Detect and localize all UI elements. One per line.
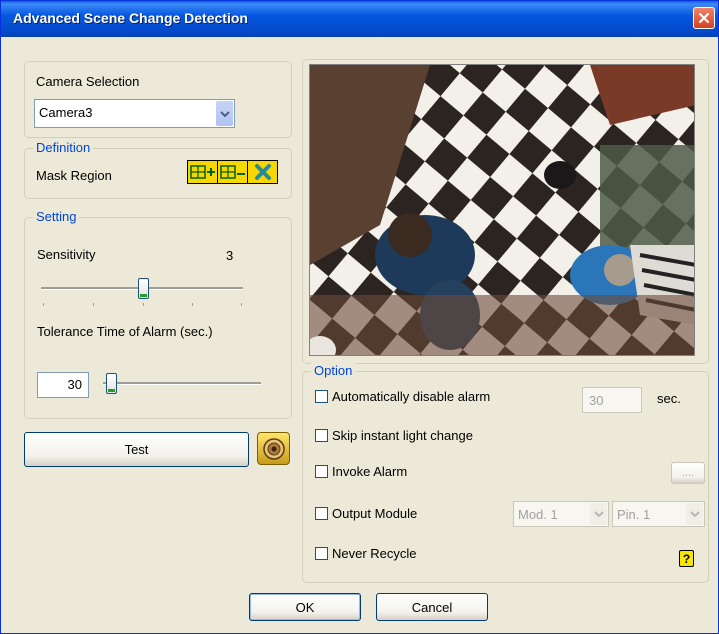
camera-select[interactable]: Camera3 <box>34 99 235 128</box>
invoke-alarm-label: Invoke Alarm <box>332 464 408 479</box>
module-select: Mod. 1 <box>513 501 609 527</box>
mask-region-label: Mask Region <box>36 168 112 183</box>
help-icon: ? <box>682 551 691 566</box>
auto-disable-unit: sec. <box>657 391 681 406</box>
sensitivity-tick <box>143 303 144 306</box>
title-bar[interactable]: Advanced Scene Change Detection <box>1 1 718 37</box>
cancel-button-label: Cancel <box>411 599 453 615</box>
mask-region-toolbar <box>187 160 278 184</box>
tolerance-slider-thumb[interactable] <box>106 373 117 394</box>
sensitivity-tick <box>43 303 44 306</box>
auto-disable-alarm-label: Automatically disable alarm <box>332 389 491 404</box>
definition-legend: Definition <box>33 140 94 155</box>
mask-add-icon <box>189 165 215 179</box>
tolerance-input[interactable]: 30 <box>37 372 89 398</box>
mask-remove-button[interactable] <box>218 161 248 183</box>
camera-select-value: Camera3 <box>39 105 93 120</box>
sensitivity-tick <box>241 303 242 306</box>
mask-clear-button[interactable] <box>248 161 277 183</box>
never-recycle-checkbox-row[interactable]: Never Recycle <box>315 546 417 561</box>
skip-light-change-checkbox[interactable] <box>315 429 328 442</box>
output-module-checkbox[interactable] <box>315 507 328 520</box>
invoke-alarm-browse-label: .... <box>681 467 695 479</box>
invoke-alarm-checkbox-row[interactable]: Invoke Alarm <box>315 464 407 479</box>
mask-remove-icon <box>219 165 245 179</box>
auto-disable-alarm-checkbox-row[interactable]: Automatically disable alarm <box>315 389 490 404</box>
pin-select: Pin. 1 <box>612 501 705 527</box>
skip-light-change-checkbox-row[interactable]: Skip instant light change <box>315 428 473 443</box>
tolerance-slider-track[interactable] <box>103 382 261 385</box>
module-select-value: Mod. 1 <box>518 507 558 522</box>
ok-button[interactable]: OK <box>249 593 361 621</box>
setting-legend: Setting <box>33 209 80 224</box>
close-icon <box>698 12 710 24</box>
test-button[interactable]: Test <box>24 432 249 467</box>
sensitivity-tick <box>192 303 193 306</box>
sensitivity-value: 3 <box>226 248 234 263</box>
camera-preview-image <box>309 64 695 356</box>
mask-clear-icon <box>254 164 271 180</box>
close-button[interactable] <box>693 7 715 29</box>
output-module-label: Output Module <box>332 506 418 521</box>
dropdown-arrow-icon <box>593 511 604 517</box>
camera-selection-label: Camera Selection <box>36 74 140 89</box>
never-recycle-label: Never Recycle <box>332 546 417 561</box>
sensitivity-slider-thumb[interactable] <box>138 278 149 299</box>
ok-button-label: OK <box>295 599 315 615</box>
skip-light-change-label: Skip instant light change <box>332 428 473 443</box>
mask-add-button[interactable] <box>188 161 218 183</box>
sensitivity-label: Sensitivity <box>37 247 96 262</box>
sensitivity-tick <box>93 303 94 306</box>
output-module-checkbox-row[interactable]: Output Module <box>315 506 417 521</box>
module-select-dropdown-button <box>590 503 607 525</box>
help-button[interactable]: ? <box>679 550 694 567</box>
invoke-alarm-browse-button[interactable]: .... <box>671 462 705 484</box>
auto-disable-seconds-input: 30 <box>582 387 642 413</box>
never-recycle-checkbox[interactable] <box>315 547 328 560</box>
test-button-label: Test <box>124 442 149 457</box>
dialog-window: Advanced Scene Change Detection Camera S… <box>0 0 719 634</box>
auto-disable-alarm-checkbox[interactable] <box>315 390 328 403</box>
camera-preview-scene <box>310 65 694 355</box>
camera-select-dropdown-button[interactable] <box>216 101 233 126</box>
invoke-alarm-checkbox[interactable] <box>315 465 328 478</box>
tolerance-label: Tolerance Time of Alarm (sec.) <box>37 324 213 339</box>
dropdown-arrow-icon <box>689 511 700 517</box>
cancel-button[interactable]: Cancel <box>376 593 488 621</box>
pin-select-value: Pin. 1 <box>617 507 651 522</box>
pin-select-dropdown-button <box>686 503 703 525</box>
speaker-button[interactable] <box>257 432 290 465</box>
auto-disable-seconds-value: 30 <box>589 393 604 408</box>
speaker-icon <box>262 437 285 460</box>
option-legend: Option <box>311 363 356 378</box>
window-title: Advanced Scene Change Detection <box>13 10 248 26</box>
dropdown-arrow-icon <box>219 110 230 117</box>
